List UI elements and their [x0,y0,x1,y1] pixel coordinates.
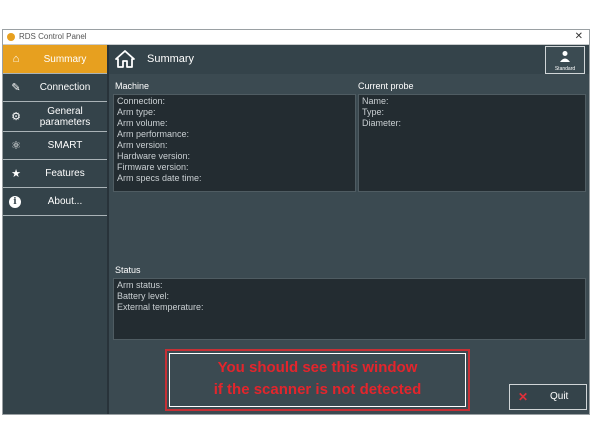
callout-line-1: You should see this window [217,359,418,376]
annotation-callout: You should see this window if the scanne… [165,349,470,411]
window-title: RDS Control Panel [19,32,87,41]
status-field: Battery level: [117,291,170,301]
status-section-title: Status [115,265,141,275]
machine-section-title: Machine [115,81,150,91]
callout-line-2: if the scanner is not detected [213,381,422,398]
sidebar-item-label: Summary [43,53,87,65]
sidebar-item-label: Connection [39,82,91,93]
quit-button-label: Quit [550,391,569,402]
machine-field: Arm specs date time: [117,173,202,183]
info-icon: i [9,195,21,208]
mode-button-standard[interactable]: Standard [545,46,585,74]
machine-field: Connection: [117,96,166,106]
gear-icon: ⚙ [11,110,21,123]
sidebar-item-label: General parameters [39,105,91,128]
probe-field: Type: [362,107,385,117]
sidebar: ⌂ Summary ✎ Connection ⚙ General paramet… [3,45,109,414]
probe-field: Diameter: [362,118,402,128]
app-icon [7,33,15,41]
smart-icon: ⚛ [11,139,21,152]
sidebar-item-about[interactable]: i About... [3,188,107,216]
close-icon[interactable]: ✕ [575,30,583,44]
status-panel: Arm status: Battery level: External temp… [113,278,586,340]
home-icon [115,50,135,68]
sidebar-item-features[interactable]: ★ Features [3,160,107,188]
mode-button-label: Standard [554,66,576,72]
sidebar-item-connection[interactable]: ✎ Connection [3,74,107,102]
plug-icon: ✎ [11,81,21,94]
machine-panel: Connection: Arm type: Arm volume: Arm pe… [113,94,356,192]
machine-field: Arm performance: [117,129,190,139]
machine-field: Arm type: [117,107,156,117]
sidebar-item-label: SMART [47,140,83,151]
machine-field: Hardware version: [117,151,191,161]
probe-panel: Name: Type: Diameter: [358,94,586,192]
status-field: Arm status: [117,280,163,290]
home-icon: ⌂ [12,53,20,65]
probe-field: Name: [362,96,389,106]
machine-field: Firmware version: [117,162,189,172]
close-icon: ✕ [518,390,529,404]
sidebar-item-summary[interactable]: ⌂ Summary [3,45,107,74]
sidebar-item-general-parameters[interactable]: ⚙ General parameters [3,102,107,132]
page-title: Summary [147,53,195,65]
header-bar: Summary Standard [109,45,589,74]
machine-field: Arm volume: [117,118,168,128]
sidebar-item-label: About... [47,196,83,207]
probe-section-title: Current probe [358,81,414,91]
machine-field: Arm version: [117,140,168,150]
status-field: External temperature: [117,302,204,312]
title-bar: RDS Control Panel ✕ [3,30,589,45]
quit-button[interactable]: ✕ Quit [509,384,587,410]
user-icon [560,51,570,62]
sidebar-item-label: Features [45,168,85,179]
sidebar-item-smart[interactable]: ⚛ SMART [3,132,107,160]
star-icon: ★ [11,167,21,180]
